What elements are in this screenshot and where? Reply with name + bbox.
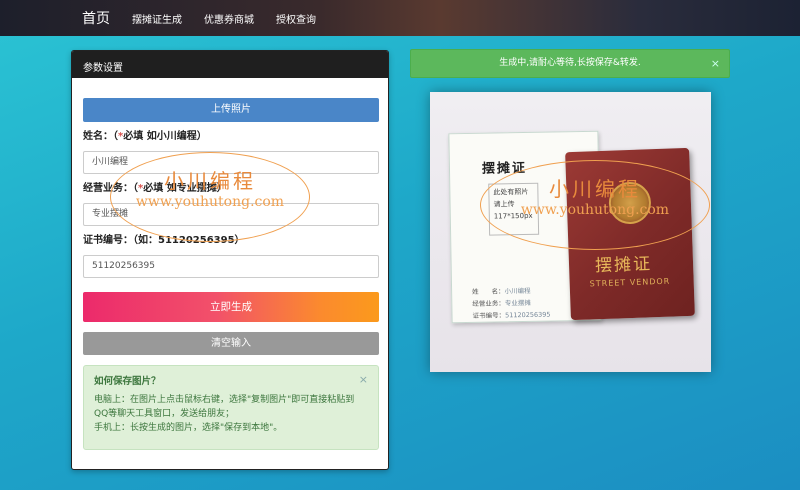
cert-number-field-label: 证书编号：（如：51120256395） — [83, 235, 377, 247]
upload-photo-button[interactable]: 上传照片 — [83, 98, 379, 122]
name-input[interactable]: 小川编程 — [83, 151, 379, 174]
passport-cover: 摆摊证 STREET VENDOR — [565, 147, 695, 321]
top-navbar: 首页 摆摊证生成 优惠券商城 授权查询 — [0, 0, 800, 36]
info-value: 专业摆摊 — [504, 298, 531, 308]
nav-link-auth-query[interactable]: 授权查询 — [276, 11, 316, 26]
info-value: 小川编程 — [504, 286, 531, 296]
nav-link-coupon-mall[interactable]: 优惠券商城 — [204, 11, 254, 26]
passport-title: 摆摊证 — [594, 254, 653, 277]
certificate-preview-image[interactable]: 摆摊证 此处有照片 请上传 117*150px 姓 名：小川编程 经营业务：专业… — [430, 92, 711, 372]
close-icon[interactable]: × — [359, 373, 368, 387]
cert-number-label-text: 证书编号：（如：51120256395） — [83, 235, 245, 246]
business-field-label: 经营业务：（*必填 如专业摆摊） — [83, 183, 377, 195]
info-row: 证书编号：51120256395 — [472, 309, 550, 322]
emblem-icon — [608, 181, 652, 225]
tips-title: 如何保存图片？ — [94, 376, 161, 387]
alert-text: 生成中,请耐心等待,长按保存&转发. — [499, 58, 641, 68]
info-value: 51120256395 — [504, 310, 551, 320]
clear-input-button[interactable]: 清空输入 — [83, 332, 379, 355]
nav-home-link[interactable]: 首页 — [82, 8, 110, 28]
name-hint-text: 必填 如小川编程） — [123, 131, 207, 142]
photo-line: 此处有照片 — [493, 187, 529, 197]
name-field-label: 姓名：（*必填 如小川编程） — [83, 131, 377, 143]
photo-line: 请上传 — [493, 200, 515, 209]
status-alert: 生成中,请耐心等待,长按保存&转发. × — [410, 49, 730, 78]
close-icon[interactable]: × — [711, 50, 720, 77]
business-input[interactable]: 专业摆摊 — [83, 203, 379, 226]
info-label: 姓 名： — [472, 287, 505, 296]
photo-placeholder: 此处有照片 请上传 117*150px — [488, 182, 540, 236]
tips-mobile-text: 手机上：长按生成的图片，选择"保存到本地"。 — [94, 423, 283, 433]
cert-number-input[interactable]: 51120256395 — [83, 255, 379, 278]
business-label-text: 经营业务：（ — [83, 183, 138, 194]
save-tips-box: × 如何保存图片？ 电脑上：在图片上点击鼠标右键，选择"复制图片"即可直接粘贴到… — [83, 365, 379, 450]
passport-subtitle: STREET VENDOR — [589, 276, 671, 289]
info-label: 经营业务： — [472, 299, 505, 308]
certificate-info: 姓 名：小川编程 经营业务：专业摆摊 证书编号：51120256395 — [472, 285, 551, 322]
panel-body: 上传照片 姓名：（*必填 如小川编程） 小川编程 经营业务：（*必填 如专业摆摊… — [72, 98, 388, 450]
generate-button[interactable]: 立即生成 — [83, 292, 379, 322]
certificate-title: 摆摊证 — [481, 160, 528, 177]
tips-pc-text: 电脑上：在图片上点击鼠标右键，选择"复制图片"即可直接粘贴到QQ等聊天工具窗口，… — [94, 395, 355, 419]
settings-panel: 参数设置 上传照片 姓名：（*必填 如小川编程） 小川编程 经营业务：（*必填 … — [71, 50, 389, 470]
name-label-text: 姓名：（ — [83, 131, 118, 142]
panel-title: 参数设置 — [72, 51, 388, 78]
nav-link-vendor-license[interactable]: 摆摊证生成 — [132, 11, 182, 26]
business-hint-text: 必填 如专业摆摊） — [143, 183, 227, 194]
info-label: 证书编号： — [472, 311, 506, 320]
photo-line: 117*150px — [493, 211, 533, 221]
